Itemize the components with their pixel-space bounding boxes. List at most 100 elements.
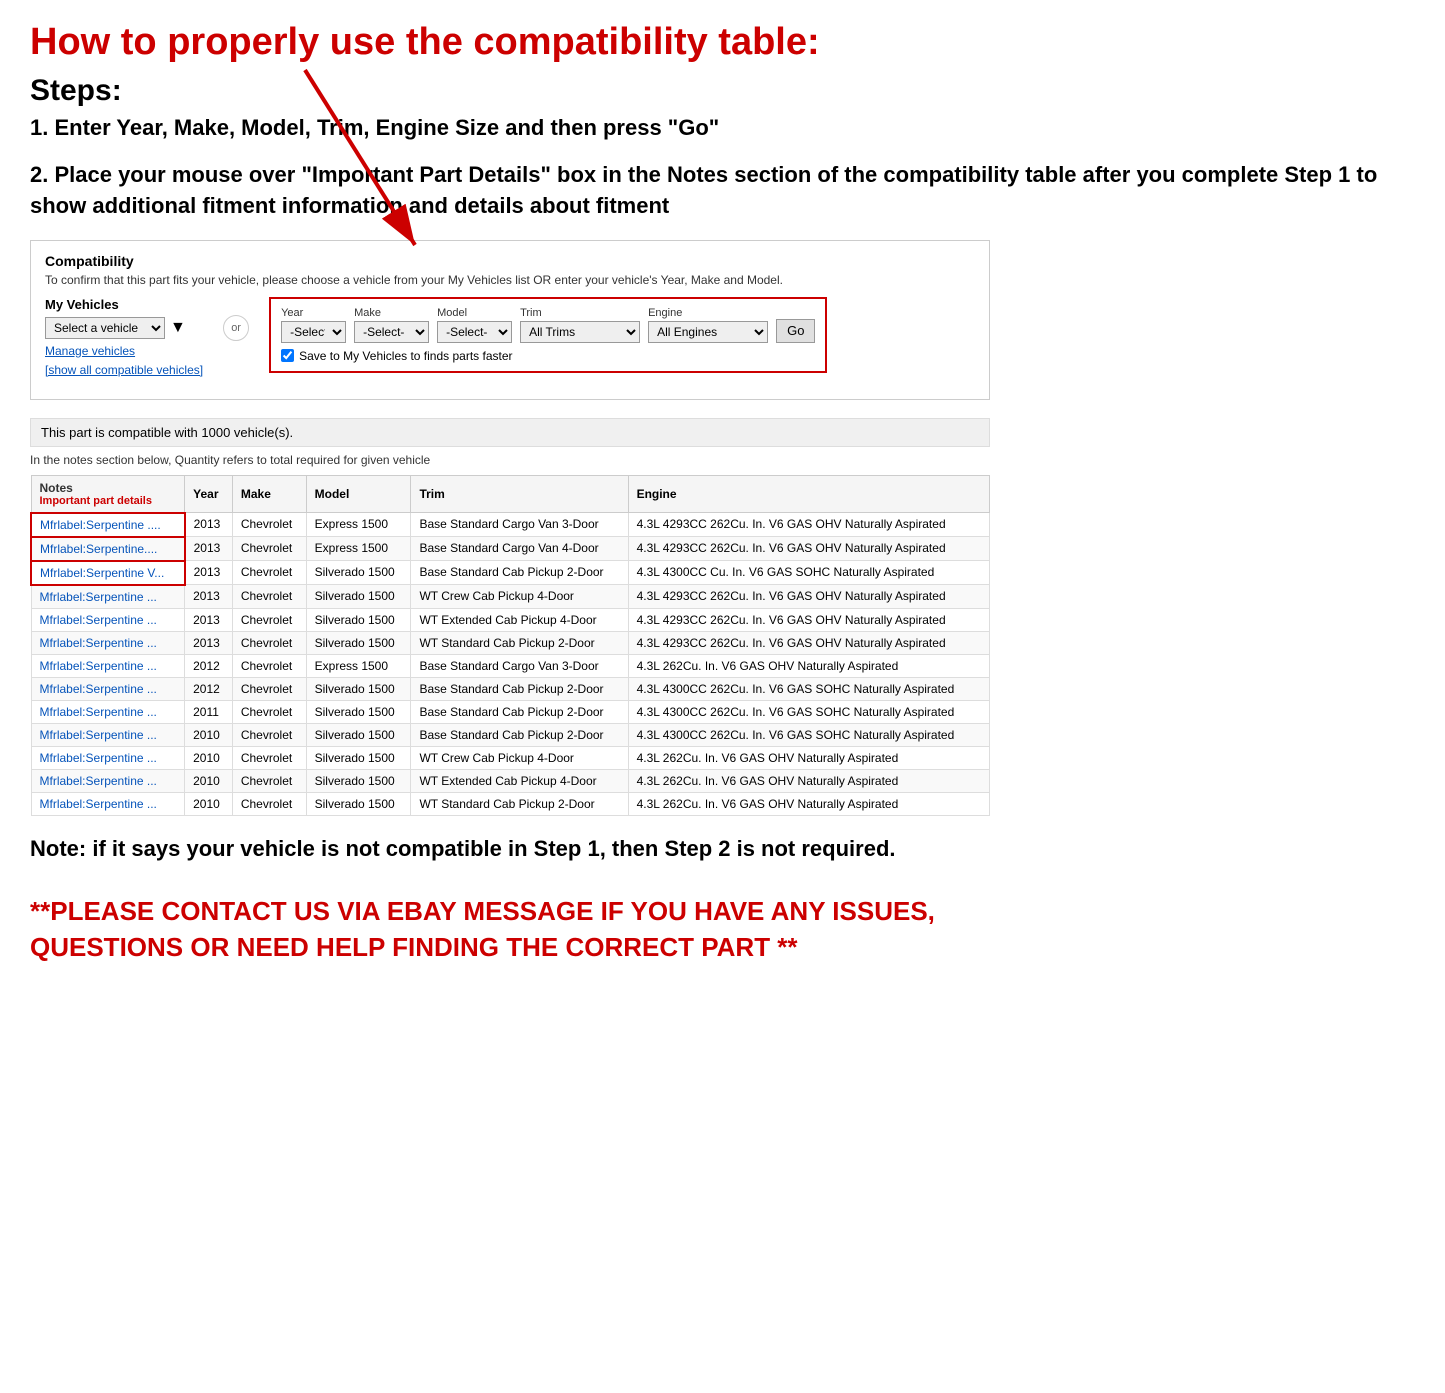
table-row: Mfrlabel:Serpentine ...2013ChevroletSilv…	[31, 608, 990, 631]
notes-cell[interactable]: Mfrlabel:Serpentine ...	[31, 792, 185, 815]
year-cell: 2012	[185, 654, 233, 677]
model-label: Model	[437, 307, 512, 319]
trim-cell: Base Standard Cab Pickup 2-Door	[411, 723, 628, 746]
table-row: Mfrlabel:Serpentine ...2011ChevroletSilv…	[31, 700, 990, 723]
model-cell: Silverado 1500	[306, 677, 411, 700]
vehicle-select[interactable]: Select a vehicle	[45, 317, 165, 339]
engine-cell: 4.3L 262Cu. In. V6 GAS OHV Naturally Asp…	[628, 769, 989, 792]
my-vehicles-label: My Vehicles	[45, 297, 203, 312]
year-cell: 2013	[185, 608, 233, 631]
notes-cell[interactable]: Mfrlabel:Serpentine ...	[31, 700, 185, 723]
notes-cell[interactable]: Mfrlabel:Serpentine ...	[31, 631, 185, 654]
notes-cell[interactable]: Mfrlabel:Serpentine ...	[31, 746, 185, 769]
table-row: Mfrlabel:Serpentine ...2010ChevroletSilv…	[31, 792, 990, 815]
year-cell: 2010	[185, 792, 233, 815]
trim-cell: WT Extended Cab Pickup 4-Door	[411, 608, 628, 631]
notes-cell[interactable]: Mfrlabel:Serpentine ...	[31, 769, 185, 792]
make-cell: Chevrolet	[232, 561, 306, 585]
go-button[interactable]: Go	[776, 319, 815, 343]
dropdown-arrow-icon: ▼	[170, 319, 186, 337]
table-header-row: Notes Important part details Year Make M…	[31, 475, 990, 513]
steps-heading: Steps:	[30, 74, 1415, 108]
model-cell: Express 1500	[306, 654, 411, 677]
notes-cell[interactable]: Mfrlabel:Serpentine ....	[31, 513, 185, 537]
engine-header: Engine	[628, 475, 989, 513]
manage-vehicles-link[interactable]: Manage vehicles	[45, 344, 203, 358]
year-cell: 2010	[185, 723, 233, 746]
make-label: Make	[354, 307, 429, 319]
make-cell: Chevrolet	[232, 654, 306, 677]
year-cell: 2011	[185, 700, 233, 723]
engine-cell: 4.3L 4293CC 262Cu. In. V6 GAS OHV Natura…	[628, 585, 989, 609]
model-cell: Silverado 1500	[306, 631, 411, 654]
year-label: Year	[281, 307, 346, 319]
notes-cell[interactable]: Mfrlabel:Serpentine ...	[31, 654, 185, 677]
trim-select[interactable]: All Trims	[520, 321, 640, 343]
notes-header: Notes Important part details	[31, 475, 185, 513]
table-row: Mfrlabel:Serpentine ...2010ChevroletSilv…	[31, 769, 990, 792]
notes-cell[interactable]: Mfrlabel:Serpentine ...	[31, 608, 185, 631]
notes-cell[interactable]: Mfrlabel:Serpentine V...	[31, 561, 185, 585]
model-cell: Silverado 1500	[306, 561, 411, 585]
model-cell: Silverado 1500	[306, 769, 411, 792]
make-header: Make	[232, 475, 306, 513]
save-checkbox[interactable]	[281, 349, 294, 362]
notes-cell[interactable]: Mfrlabel:Serpentine ...	[31, 723, 185, 746]
show-all-link[interactable]: [show all compatible vehicles]	[45, 363, 203, 377]
make-cell: Chevrolet	[232, 608, 306, 631]
engine-cell: 4.3L 4293CC 262Cu. In. V6 GAS OHV Natura…	[628, 513, 989, 537]
table-row: Mfrlabel:Serpentine ...2010ChevroletSilv…	[31, 723, 990, 746]
model-cell: Silverado 1500	[306, 585, 411, 609]
year-select[interactable]: -Select-	[281, 321, 346, 343]
trim-cell: WT Extended Cab Pickup 4-Door	[411, 769, 628, 792]
trim-cell: Base Standard Cab Pickup 2-Door	[411, 677, 628, 700]
model-select[interactable]: -Select-	[437, 321, 512, 343]
engine-cell: 4.3L 4293CC 262Cu. In. V6 GAS OHV Natura…	[628, 608, 989, 631]
engine-cell: 4.3L 4300CC 262Cu. In. V6 GAS SOHC Natur…	[628, 723, 989, 746]
engine-label: Engine	[648, 307, 768, 319]
model-cell: Silverado 1500	[306, 723, 411, 746]
table-row: Mfrlabel:Serpentine ...2013ChevroletSilv…	[31, 585, 990, 609]
trim-cell: Base Standard Cargo Van 4-Door	[411, 537, 628, 561]
compat-title: Compatibility	[45, 253, 975, 269]
model-header: Model	[306, 475, 411, 513]
trim-cell: WT Standard Cab Pickup 2-Door	[411, 631, 628, 654]
trim-cell: Base Standard Cab Pickup 2-Door	[411, 561, 628, 585]
year-cell: 2010	[185, 769, 233, 792]
compatibility-section: Compatibility To confirm that this part …	[30, 240, 990, 400]
table-row: Mfrlabel:Serpentine ...2012ChevroletSilv…	[31, 677, 990, 700]
make-cell: Chevrolet	[232, 792, 306, 815]
table-row: Mfrlabel:Serpentine....2013ChevroletExpr…	[31, 537, 990, 561]
year-header: Year	[185, 475, 233, 513]
year-cell: 2013	[185, 513, 233, 537]
engine-cell: 4.3L 262Cu. In. V6 GAS OHV Naturally Asp…	[628, 746, 989, 769]
make-cell: Chevrolet	[232, 537, 306, 561]
notes-cell[interactable]: Mfrlabel:Serpentine ...	[31, 677, 185, 700]
year-cell: 2013	[185, 585, 233, 609]
year-cell: 2012	[185, 677, 233, 700]
engine-cell: 4.3L 262Cu. In. V6 GAS OHV Naturally Asp…	[628, 654, 989, 677]
trim-cell: Base Standard Cargo Van 3-Door	[411, 513, 628, 537]
year-cell: 2013	[185, 561, 233, 585]
engine-cell: 4.3L 262Cu. In. V6 GAS OHV Naturally Asp…	[628, 792, 989, 815]
engine-select[interactable]: All Engines	[648, 321, 768, 343]
quantity-note: In the notes section below, Quantity ref…	[30, 453, 990, 467]
or-label: or	[223, 315, 249, 341]
table-row: Mfrlabel:Serpentine ...2012ChevroletExpr…	[31, 654, 990, 677]
make-cell: Chevrolet	[232, 769, 306, 792]
notes-cell[interactable]: Mfrlabel:Serpentine....	[31, 537, 185, 561]
make-cell: Chevrolet	[232, 700, 306, 723]
table-row: Mfrlabel:Serpentine ...2013ChevroletSilv…	[31, 631, 990, 654]
make-cell: Chevrolet	[232, 723, 306, 746]
table-row: Mfrlabel:Serpentine ....2013ChevroletExp…	[31, 513, 990, 537]
trim-cell: WT Crew Cab Pickup 4-Door	[411, 746, 628, 769]
compat-subtitle: To confirm that this part fits your vehi…	[45, 273, 975, 287]
trim-label: Trim	[520, 307, 640, 319]
table-row: Mfrlabel:Serpentine ...2010ChevroletSilv…	[31, 746, 990, 769]
engine-cell: 4.3L 4293CC 262Cu. In. V6 GAS OHV Natura…	[628, 631, 989, 654]
trim-cell: Base Standard Cargo Van 3-Door	[411, 654, 628, 677]
notes-cell[interactable]: Mfrlabel:Serpentine ...	[31, 585, 185, 609]
make-select[interactable]: -Select-	[354, 321, 429, 343]
trim-cell: WT Standard Cab Pickup 2-Door	[411, 792, 628, 815]
compatible-count-bar: This part is compatible with 1000 vehicl…	[30, 418, 990, 447]
